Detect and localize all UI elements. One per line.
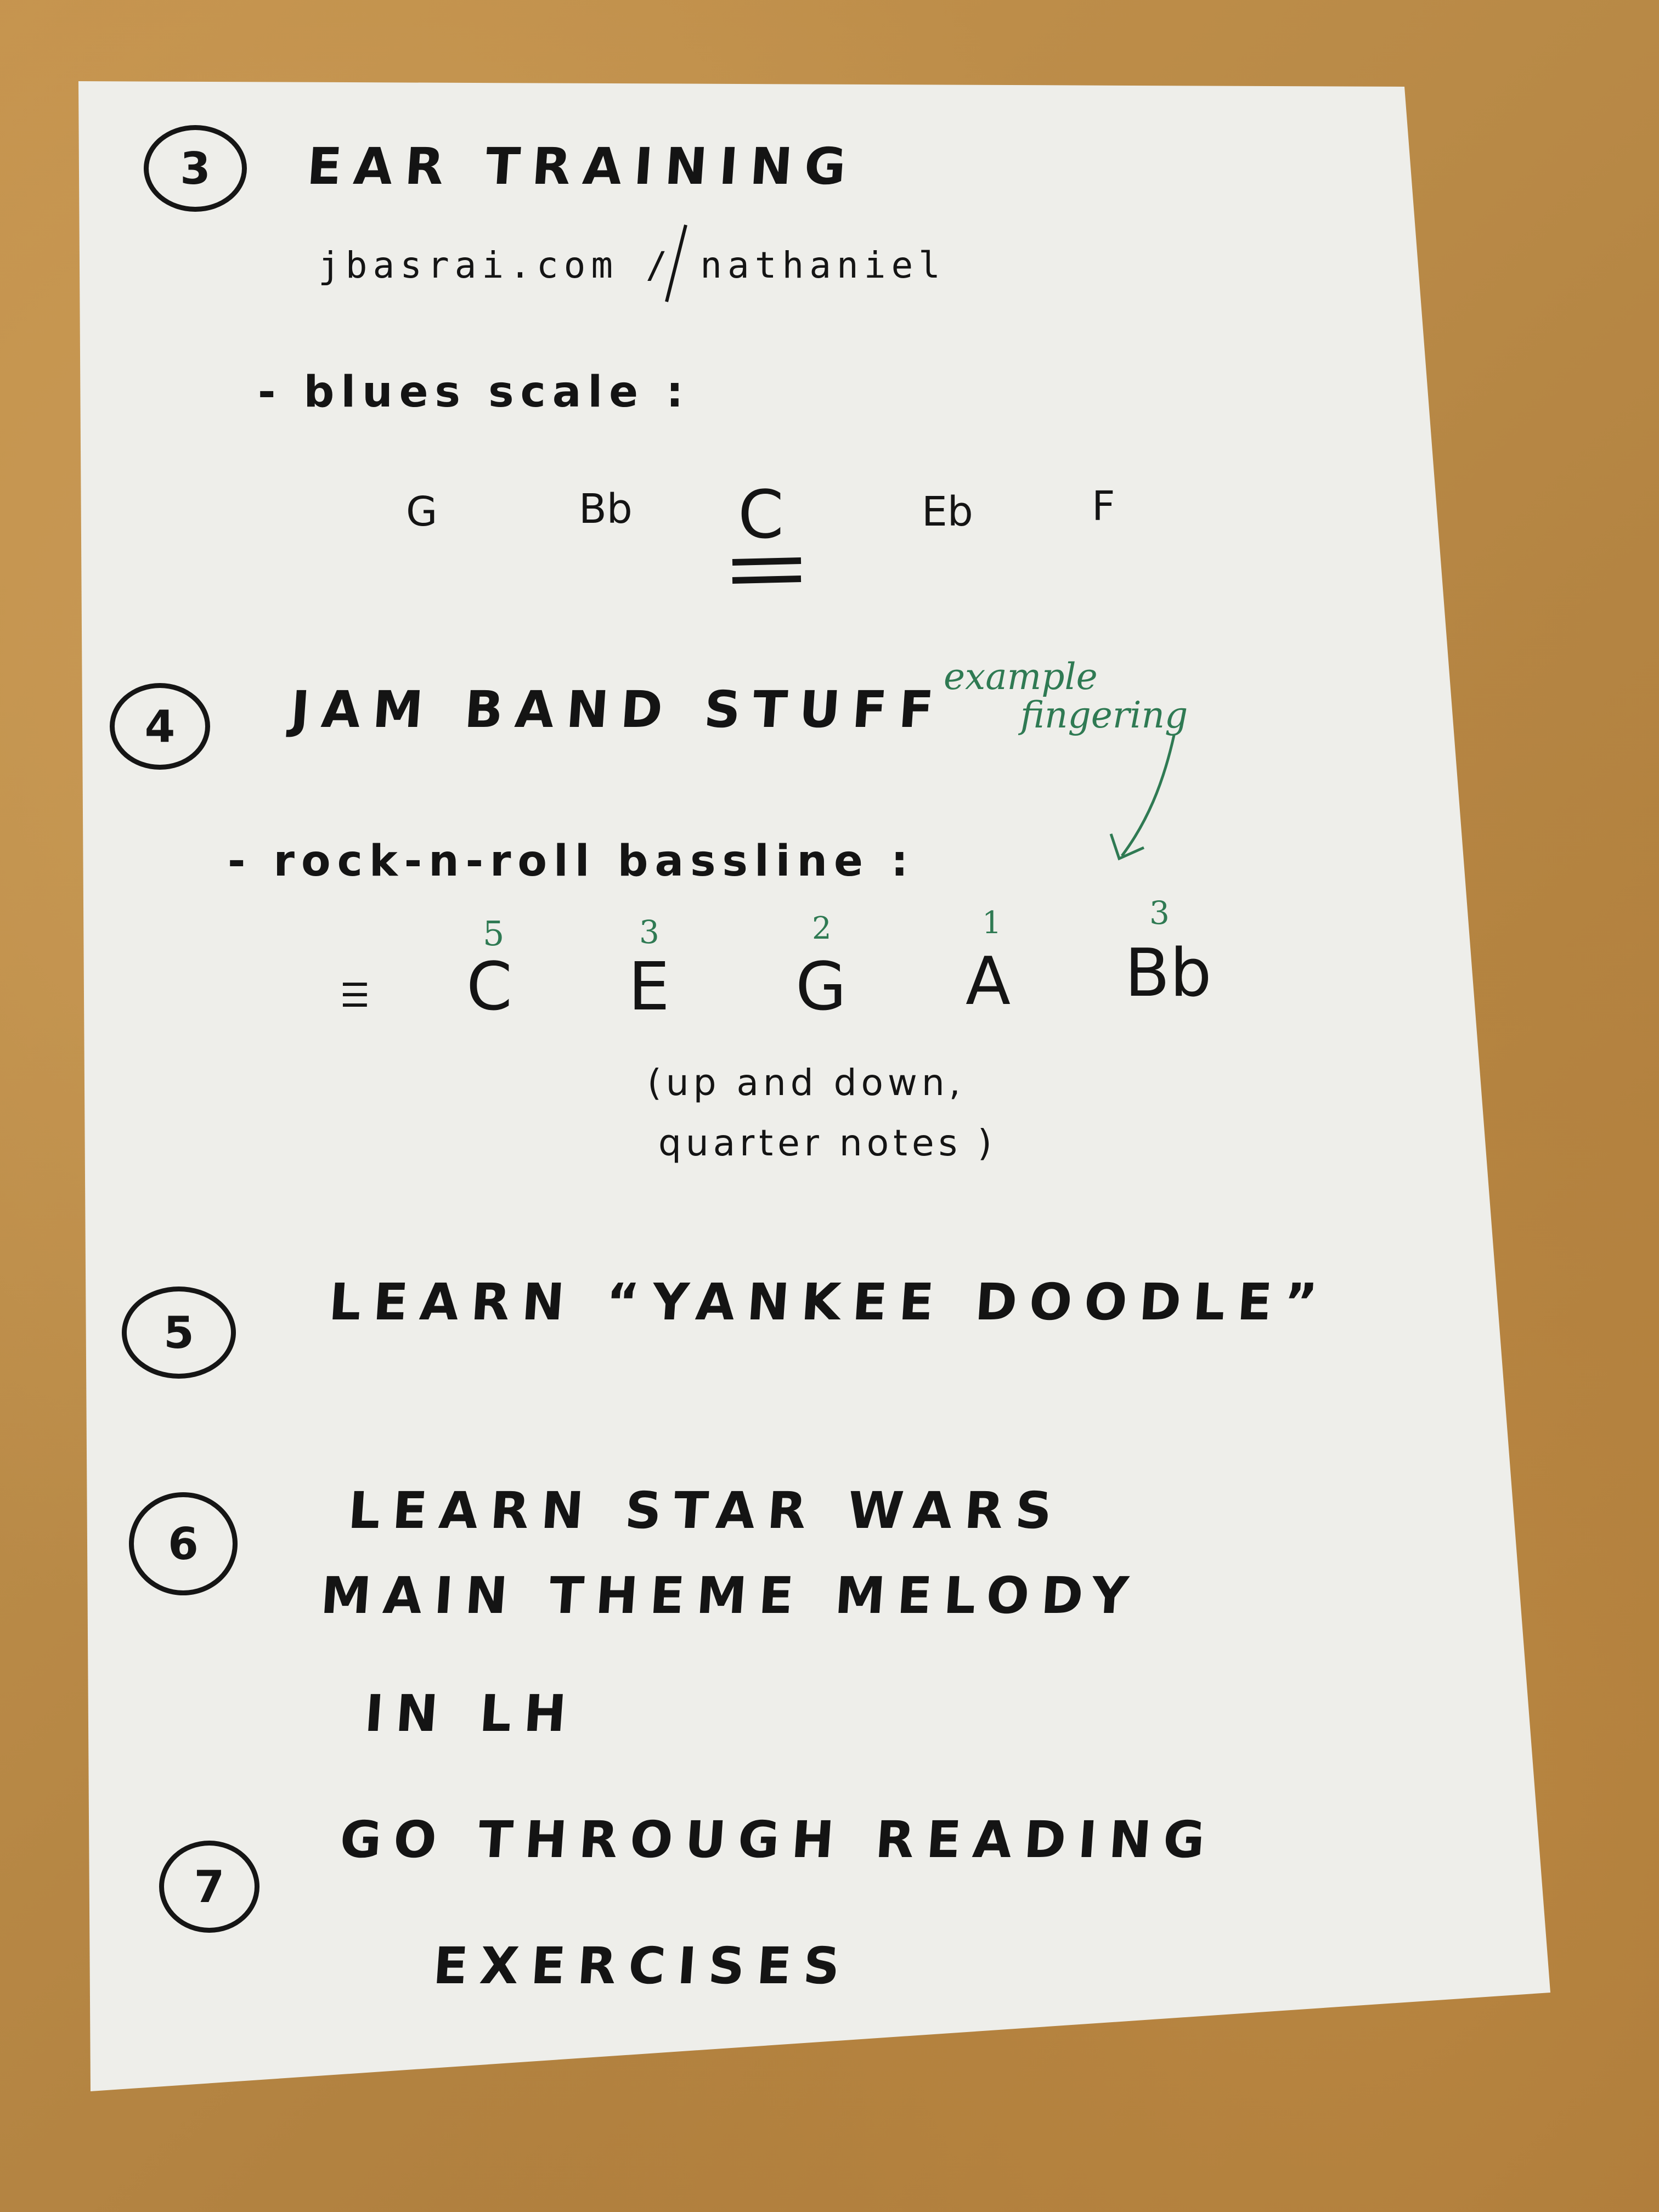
item-url: jbasrai.com / nathaniel <box>318 244 946 286</box>
sheet-of-paper: 3 EAR TRAINING jbasrai.com / nathaniel -… <box>0 0 1659 2212</box>
scale-note-c: C <box>738 477 784 554</box>
bassline-note: G <box>795 949 847 1025</box>
bassline-note: A <box>966 944 1011 1020</box>
blues-scale-label: - blues scale : <box>258 368 690 417</box>
fingering-number: 3 <box>1149 894 1170 932</box>
bassline-note: C <box>466 949 512 1025</box>
item-title-reading-line-2: EXERCISES <box>431 1937 854 1995</box>
bassline-note: E <box>628 949 670 1025</box>
fingering-number: 3 <box>639 913 659 951</box>
fingering-number: 5 <box>483 913 505 953</box>
fingering-number: 1 <box>982 905 1002 941</box>
item-number-badge: 6 <box>129 1492 238 1595</box>
bassline-label: - rock-n-roll bassline : <box>228 837 915 886</box>
bassline-remark-line-1: (up and down, <box>647 1062 965 1104</box>
item-title-yankee-doodle: LEARN “YANKEE DOODLE” <box>327 1273 1331 1331</box>
annotation-example: example <box>944 656 1098 698</box>
item-title-star-wars-line-1: LEARN STAR WARS <box>346 1481 1066 1540</box>
item-title-star-wars-line-2: MAIN THEME MELODY <box>319 1566 1143 1625</box>
bassline-remark-line-2: quarter notes ) <box>658 1122 996 1164</box>
item-title-jam-band: JAM BAND STUFF <box>289 680 947 739</box>
scale-note-eb: Eb <box>922 488 973 535</box>
bassline-note: Bb <box>1125 935 1212 1012</box>
clef-mark: ☰ <box>340 977 370 1015</box>
item-number-badge: 3 <box>144 125 247 212</box>
annotation-fingering: fingering <box>1020 694 1188 736</box>
item-title-ear-training: EAR TRAINING <box>305 137 860 196</box>
item-number-badge: 4 <box>110 683 210 770</box>
item-title-reading-line-1: GO THROUGH READING <box>338 1810 1219 1869</box>
fingering-number: 2 <box>812 911 832 946</box>
scale-note-f: F <box>1092 483 1115 530</box>
scale-note-bb: Bb <box>579 486 633 533</box>
scale-note-g: G <box>406 488 438 535</box>
item-number-badge: 7 <box>159 1841 259 1933</box>
item-number-badge: 5 <box>122 1286 236 1379</box>
item-title-star-wars-line-3: IN LH <box>363 1684 580 1743</box>
